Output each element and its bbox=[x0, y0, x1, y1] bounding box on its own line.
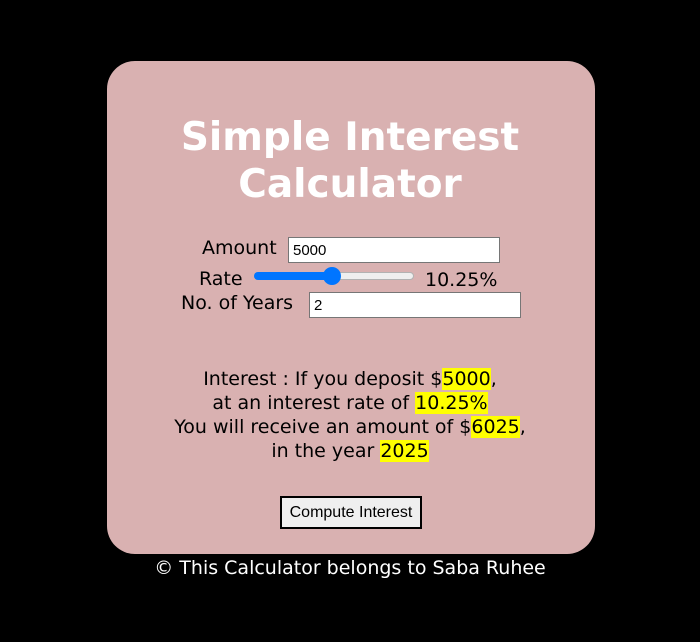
result-total-prefix: You will receive an amount of $ bbox=[174, 416, 472, 438]
rate-value: 10.25% bbox=[425, 269, 498, 291]
result-rate-prefix: at an interest rate of bbox=[212, 392, 416, 414]
title-line-2: Calculator bbox=[238, 162, 462, 207]
result-year-prefix: in the year bbox=[271, 440, 381, 462]
result-deposit-prefix: Interest : If you deposit $ bbox=[203, 368, 443, 390]
amount-label: Amount bbox=[202, 237, 277, 259]
result-total-amount: 6025 bbox=[471, 416, 520, 438]
years-label: No. of Years bbox=[181, 292, 294, 314]
footer-copyright: © This Calculator belongs to Saba Ruhee bbox=[154, 557, 546, 579]
result-line-4: in the year 2025 bbox=[0, 439, 700, 463]
page-title: Simple Interest Calculator bbox=[0, 114, 700, 208]
rate-slider-fill bbox=[254, 272, 332, 280]
result-line-1: Interest : If you deposit $5000, bbox=[0, 367, 700, 391]
result-year-value: 2025 bbox=[380, 440, 429, 462]
rate-slider-thumb[interactable] bbox=[323, 267, 341, 285]
title-line-1: Simple Interest bbox=[180, 115, 520, 160]
result-deposit-amount: 5000 bbox=[442, 368, 491, 390]
result-line-2: at an interest rate of 10.25% bbox=[0, 391, 700, 415]
result-deposit-suffix: , bbox=[490, 368, 497, 390]
result-line-3: You will receive an amount of $6025, bbox=[0, 415, 700, 439]
years-input[interactable] bbox=[309, 292, 521, 318]
rate-slider[interactable] bbox=[254, 267, 414, 285]
result-text: Interest : If you deposit $5000, at an i… bbox=[0, 367, 700, 463]
result-total-suffix: , bbox=[519, 416, 526, 438]
rate-label: Rate bbox=[199, 268, 243, 290]
amount-input[interactable] bbox=[288, 237, 500, 263]
compute-interest-button[interactable]: Compute Interest bbox=[280, 496, 422, 529]
result-rate-value: 10.25% bbox=[415, 392, 488, 414]
